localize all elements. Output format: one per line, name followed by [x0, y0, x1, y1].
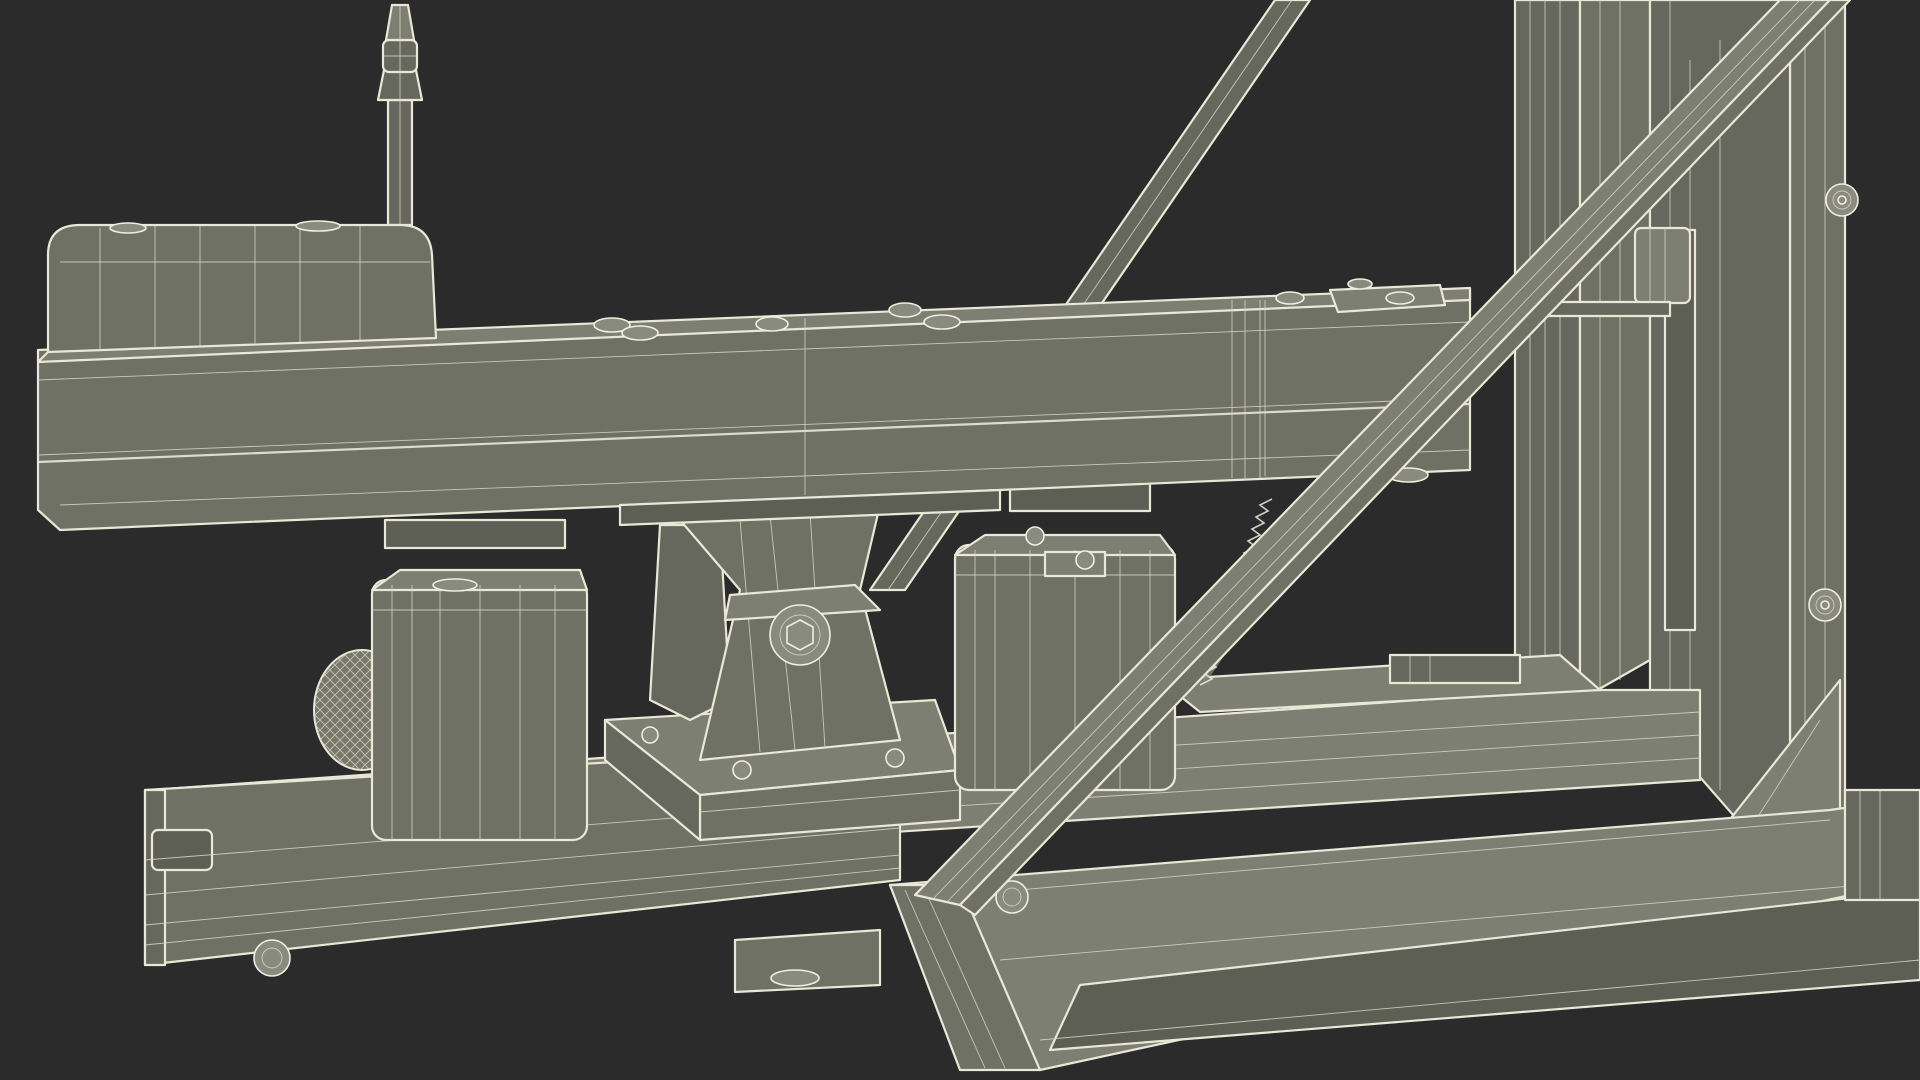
wireframe-model [36, 0, 1920, 1072]
left-block [370, 568, 589, 842]
antenna-rod [376, 3, 424, 227]
motor-housing [46, 220, 438, 354]
render-viewport [0, 0, 1920, 1080]
